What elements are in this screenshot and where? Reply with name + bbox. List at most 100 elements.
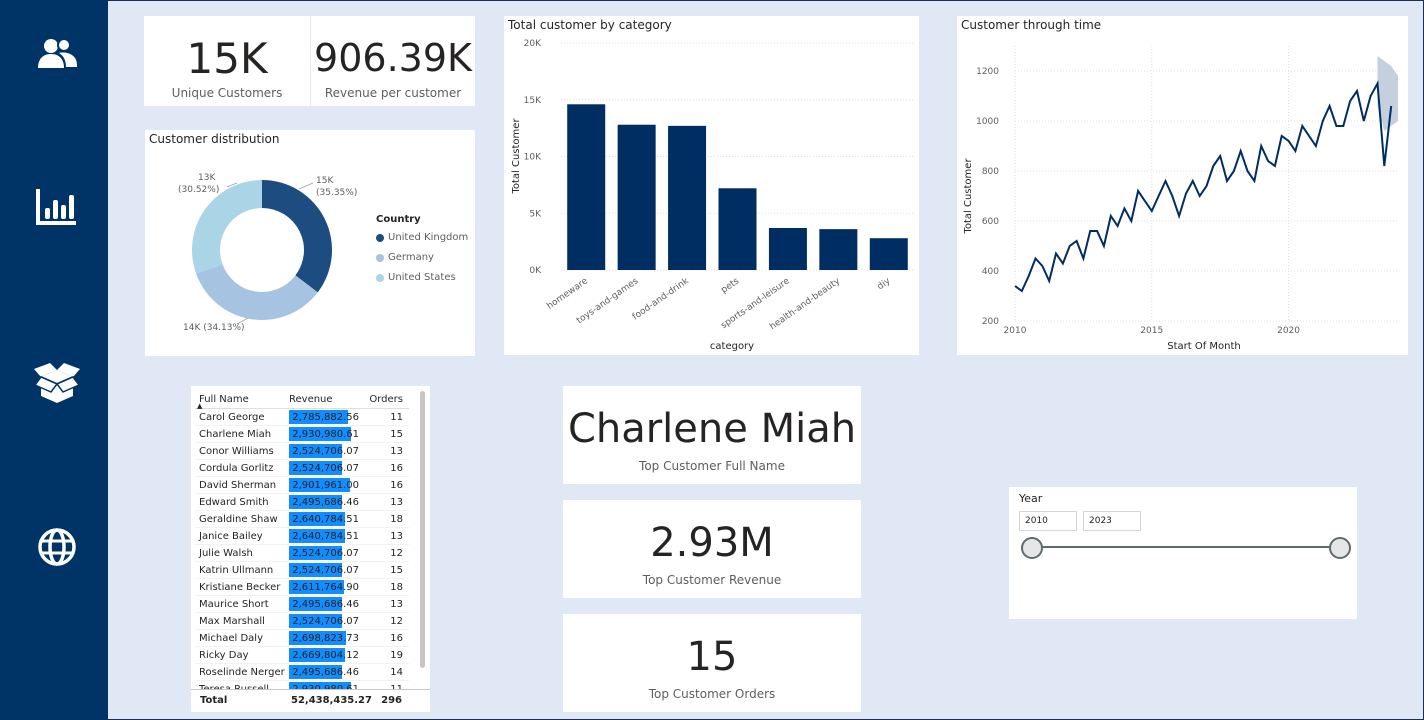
cell-orders: 15: [390, 428, 403, 440]
cell-orders: 14: [390, 666, 403, 678]
bar-toys-and-games[interactable]: [617, 124, 656, 270]
revenue-value: 2,495,686.46: [292, 598, 359, 610]
year-slicer-card[interactable]: Year 2010 2023: [1009, 487, 1357, 619]
table-row[interactable]: Conor Williams 2,524,706.07 13: [195, 443, 409, 460]
table-row[interactable]: Maurice Short 2,495,686.46 13: [195, 596, 409, 613]
sort-ascending-icon[interactable]: ▲: [197, 402, 202, 410]
top-customer-name-card[interactable]: Charlene Miah Top Customer Full Name: [563, 386, 861, 484]
table-row[interactable]: Edward Smith 2,495,686.46 13: [195, 494, 409, 511]
revenue-value: 2,524,706.07: [292, 564, 359, 576]
revenue-value: 2,495,686.46: [292, 496, 359, 508]
cell-orders: 16: [390, 479, 403, 491]
header-orders[interactable]: Orders: [361, 390, 409, 409]
bar-food-and-drink[interactable]: [668, 125, 707, 270]
table-row[interactable]: Katrin Ullmann 2,524,706.07 15: [195, 562, 409, 579]
people-icon: [38, 38, 77, 68]
slider-end-handle[interactable]: [1329, 537, 1351, 559]
table-row[interactable]: Kristiane Becker 2,611,764.90 18: [195, 579, 409, 596]
customer-table-card[interactable]: Full Name Revenue Orders Carol George 2,7…: [191, 386, 430, 712]
x-tick-label: 2015: [1140, 326, 1163, 336]
table-row[interactable]: Charlene Miah 2,930,980.61 15: [195, 426, 409, 443]
revenue-value: 2,524,706.07: [292, 615, 359, 627]
nav-geography-button[interactable]: [29, 522, 85, 572]
category-chart-card[interactable]: Total customer by category 0K 5K 10K 15K 20K…: [504, 16, 919, 355]
legend-item-us[interactable]: United States: [376, 272, 456, 283]
cell-revenue: 2,524,706.07: [289, 545, 361, 562]
cell-orders: 12: [390, 547, 403, 559]
x-tick-label: homeware: [545, 276, 590, 312]
table-row[interactable]: Michael Daly 2,698,823.73 16: [195, 630, 409, 647]
y-tick-label: 0K: [529, 266, 542, 276]
unique-customers-value: 15K: [186, 34, 268, 83]
cell-orders: 13: [390, 598, 403, 610]
cell-revenue: 2,930,980.61: [289, 426, 361, 443]
bar-homeware[interactable]: [567, 104, 606, 270]
revenue-per-customer-label: Revenue per customer: [324, 86, 462, 100]
slice-label-us-value: 13K: [198, 173, 216, 183]
bar-pets[interactable]: [718, 188, 757, 270]
bar-health-and-beauty[interactable]: [819, 229, 858, 270]
y-tick-label: 15K: [524, 96, 542, 106]
revenue-value: 2,495,686.46: [292, 666, 359, 678]
time-line-chart: 200 400 600 800 1000 1200 2010 2015 2020 Total C…: [963, 46, 1398, 352]
nav-products-button[interactable]: [29, 358, 85, 408]
table-scrollbar[interactable]: [420, 391, 425, 668]
top-customer-revenue-card[interactable]: 2.93M Top Customer Revenue: [563, 500, 861, 598]
header-revenue[interactable]: Revenue: [289, 390, 361, 409]
header-full-name[interactable]: Full Name: [195, 390, 289, 409]
time-chart-ylabel: Total Customer: [963, 158, 974, 235]
cell-full-name: Michael Daly: [199, 632, 264, 644]
cell-orders: 15: [390, 564, 403, 576]
legend-item-uk[interactable]: United Kingdom: [376, 232, 468, 243]
total-revenue: 52,438,435.27: [291, 695, 372, 706]
slider-start-handle[interactable]: [1021, 537, 1043, 559]
revenue-value: 2,901,961.00: [292, 479, 359, 491]
legend-label: United Kingdom: [388, 232, 469, 243]
slice-label-de: 14K (34.13%): [183, 323, 245, 333]
bar-chart-icon: [36, 189, 76, 225]
revenue-per-customer-card[interactable]: 906.39K Revenue per customer: [311, 16, 475, 106]
open-box-icon: [33, 363, 81, 403]
header-label: Revenue: [289, 393, 333, 405]
revenue-value: 2,698,823.73: [292, 632, 359, 644]
bar-diy[interactable]: [869, 238, 908, 270]
top-customer-orders-card[interactable]: 15 Top Customer Orders: [563, 614, 861, 712]
revenue-value: 2,640,784.51: [292, 530, 359, 542]
header-label: Full Name: [199, 393, 249, 405]
cell-revenue: 2,640,784.51: [289, 511, 361, 528]
nav-sales-button[interactable]: [29, 181, 85, 231]
x-tick-label: food-and-drink: [631, 276, 692, 323]
table-row[interactable]: Janice Bailey 2,640,784.51 13: [195, 528, 409, 545]
cell-revenue: 2,698,823.73: [289, 630, 361, 647]
nav-customers-button[interactable]: [29, 29, 85, 79]
category-chart-ylabel: Total Customer: [511, 118, 522, 195]
table-row[interactable]: Cordula Gorlitz 2,524,706.07 16: [195, 460, 409, 477]
year-from-input[interactable]: 2010: [1019, 511, 1077, 531]
legend-item-germany[interactable]: Germany: [376, 252, 434, 263]
table-row[interactable]: Max Marshall 2,524,706.07 12: [195, 613, 409, 630]
unique-customers-card[interactable]: 15K Unique Customers: [144, 16, 310, 106]
top-customer-name-value: Charlene Miah: [567, 406, 857, 452]
year-to-input[interactable]: 2023: [1083, 511, 1141, 531]
cell-full-name: Ricky Day: [199, 649, 249, 661]
cell-orders: 19: [390, 649, 403, 661]
cell-orders: 12: [390, 615, 403, 627]
legend-dot: [376, 253, 384, 262]
table-row[interactable]: Julie Walsh 2,524,706.07 12: [195, 545, 409, 562]
cell-revenue: 2,495,686.46: [289, 664, 361, 681]
y-tick-label: 800: [982, 167, 999, 177]
bar-sports-and-leisure[interactable]: [768, 228, 807, 270]
slicer-title: Year: [1019, 492, 1043, 505]
table-row[interactable]: Roselinde Nerger 2,495,686.46 14: [195, 664, 409, 681]
time-chart-card[interactable]: Customer through time 200 400 600 800 1000 12…: [957, 16, 1408, 355]
legend-label: Germany: [388, 252, 434, 263]
revenue-value: 2,640,784.51: [292, 513, 359, 525]
cell-full-name: Katrin Ullmann: [199, 564, 274, 576]
table-row[interactable]: Geraldine Shaw 2,640,784.51 18: [195, 511, 409, 528]
table-row[interactable]: David Sherman 2,901,961.00 16: [195, 477, 409, 494]
table-row[interactable]: Carol George 2,785,882.56 11: [195, 409, 409, 426]
cell-full-name: Geraldine Shaw: [199, 513, 278, 525]
cell-full-name: Kristiane Becker: [199, 581, 281, 593]
customer-distribution-card[interactable]: Customer distribution 15K (35.35%) 13K (…: [145, 130, 475, 356]
table-row[interactable]: Ricky Day 2,669,804.12 19: [195, 647, 409, 664]
